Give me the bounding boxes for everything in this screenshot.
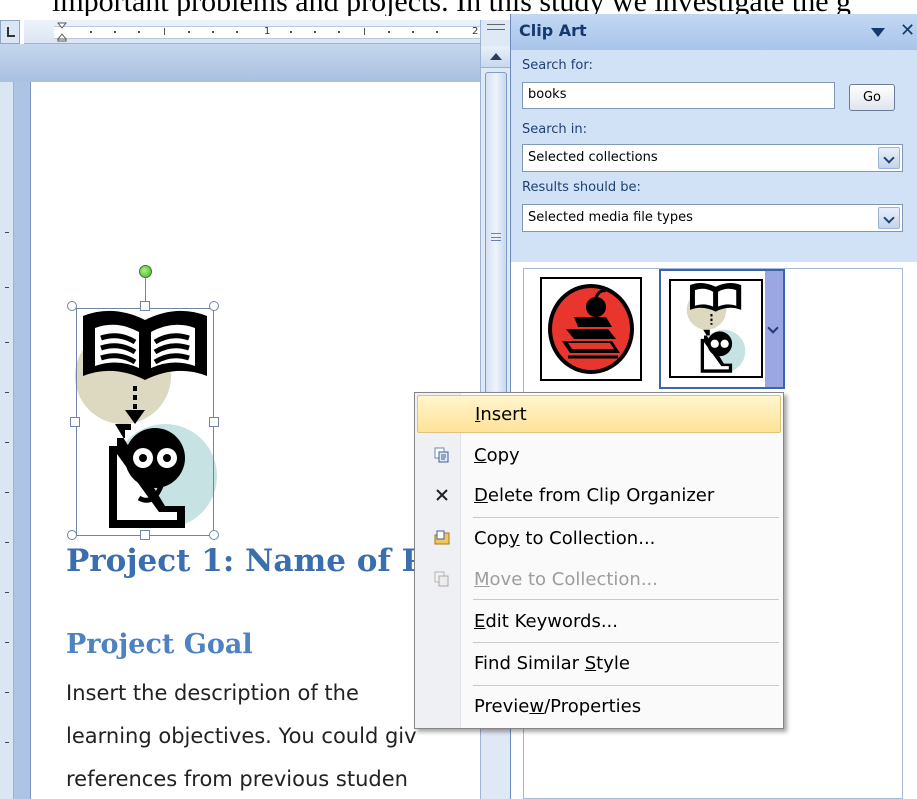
menu-item-insert[interactable]: Insert bbox=[417, 395, 781, 433]
pane-options-dropdown-icon[interactable] bbox=[871, 28, 885, 37]
ruler-tick bbox=[290, 31, 292, 33]
menu-item-label: Edit Keywords... bbox=[474, 611, 619, 632]
ruler-tick bbox=[364, 28, 365, 35]
context-menu: Insert Copy Delete from Clip Organizer C… bbox=[414, 392, 784, 729]
results-type-value: Selected media file types bbox=[528, 210, 693, 225]
vertical-ruler[interactable] bbox=[0, 82, 14, 799]
resize-handle-ne[interactable] bbox=[209, 301, 219, 311]
ruler-tick bbox=[388, 31, 390, 33]
ruler-tick bbox=[5, 492, 9, 493]
menu-item-preview-properties[interactable]: Preview/Properties bbox=[417, 688, 781, 726]
pane-title-bar: Clip Art ✕ bbox=[511, 14, 917, 50]
body-text-line: learning objectives. You could giv bbox=[66, 724, 417, 748]
clipart-thumb-frame bbox=[669, 279, 763, 378]
ruler-tick bbox=[314, 31, 316, 33]
ruler-tick bbox=[5, 742, 9, 743]
ruler-number: 2 bbox=[472, 26, 479, 37]
delete-x-icon bbox=[436, 489, 448, 501]
heading-project-goal: Project Goal bbox=[66, 629, 253, 660]
menu-item-copy-to-collection[interactable]: Copy to Collection... bbox=[417, 520, 781, 558]
menu-item-label: Copy to Collection... bbox=[474, 528, 656, 549]
scroll-thumb[interactable] bbox=[485, 72, 507, 404]
document-top-band bbox=[0, 44, 480, 82]
split-handle-icon[interactable] bbox=[487, 24, 505, 30]
search-in-label: Search in: bbox=[522, 122, 588, 137]
menu-separator bbox=[473, 642, 779, 643]
ruler-tick bbox=[412, 31, 414, 33]
menu-item-move-to-collection[interactable]: Move to Collection... bbox=[417, 561, 781, 599]
ruler-tick bbox=[5, 287, 9, 288]
search-input[interactable]: books bbox=[522, 82, 835, 109]
ruler-tick bbox=[5, 542, 9, 543]
menu-item-label: Find Similar Style bbox=[474, 653, 630, 674]
ruler-tick bbox=[5, 442, 9, 443]
chevron-down-icon[interactable] bbox=[878, 207, 900, 229]
menu-item-edit-keywords[interactable]: Edit Keywords... bbox=[417, 603, 781, 641]
search-for-label: Search for: bbox=[522, 58, 593, 73]
copy-to-collection-icon bbox=[434, 530, 450, 545]
ruler-tick bbox=[5, 692, 9, 693]
rotate-handle[interactable] bbox=[139, 265, 152, 278]
ruler-tick bbox=[338, 31, 340, 33]
pane-title: Clip Art bbox=[519, 21, 587, 40]
menu-separator bbox=[473, 517, 779, 518]
menu-item-label: Preview/Properties bbox=[474, 696, 642, 717]
menu-item-label: Copy bbox=[474, 445, 520, 466]
ruler-tick bbox=[5, 232, 9, 233]
menu-item-label: Delete from Clip Organizer bbox=[474, 485, 715, 506]
scroll-up-button[interactable] bbox=[481, 46, 511, 68]
menu-item-label: Move to Collection... bbox=[474, 569, 658, 590]
ruler-tick bbox=[138, 31, 140, 33]
ruler-tick bbox=[5, 592, 9, 593]
menu-item-copy[interactable]: Copy bbox=[417, 437, 781, 475]
selection-frame bbox=[76, 308, 214, 536]
body-text-line: Insert the description of the bbox=[66, 681, 359, 705]
search-in-value: Selected collections bbox=[528, 150, 658, 165]
ruler-tick bbox=[5, 642, 9, 643]
resize-handle-nw[interactable] bbox=[67, 301, 77, 311]
results-type-select[interactable]: Selected media file types bbox=[522, 204, 903, 232]
heading-project-title: Project 1: Name of P bbox=[66, 543, 425, 579]
resize-handle-e[interactable] bbox=[209, 417, 219, 427]
ruler-tick bbox=[212, 31, 214, 33]
ruler-number: 1 bbox=[264, 26, 271, 37]
clipart-result-book-figure-selected[interactable] bbox=[659, 269, 785, 389]
results-should-be-label: Results should be: bbox=[522, 180, 641, 195]
menu-item-label: Insert bbox=[475, 404, 527, 425]
ruler-tick bbox=[436, 31, 438, 33]
resize-handle-w[interactable] bbox=[70, 417, 80, 427]
pane-close-icon[interactable]: ✕ bbox=[900, 20, 915, 41]
menu-separator bbox=[473, 599, 779, 600]
indent-marker-icon[interactable] bbox=[57, 22, 67, 42]
ruler-tick bbox=[236, 31, 238, 33]
ruler-tab-selector[interactable] bbox=[0, 20, 20, 44]
red-books-icon bbox=[548, 284, 634, 374]
clipart-result-red-books[interactable] bbox=[540, 277, 642, 381]
body-text-line: references from previous studen bbox=[66, 767, 408, 791]
menu-item-delete-from-clip-organizer[interactable]: Delete from Clip Organizer bbox=[417, 477, 781, 515]
ruler-tick bbox=[188, 31, 190, 33]
search-in-select[interactable]: Selected collections bbox=[522, 144, 903, 172]
ruler-tick bbox=[5, 392, 9, 393]
go-button[interactable]: Go bbox=[849, 84, 895, 111]
copy-icon bbox=[434, 447, 449, 463]
menu-item-find-similar-style[interactable]: Find Similar Style bbox=[417, 645, 781, 683]
menu-separator bbox=[473, 685, 779, 686]
ruler-tick bbox=[5, 342, 9, 343]
resize-handle-se[interactable] bbox=[209, 530, 219, 540]
resize-handle-sw[interactable] bbox=[67, 530, 77, 540]
resize-handle-n[interactable] bbox=[140, 301, 150, 311]
resize-handle-s[interactable] bbox=[140, 530, 150, 540]
ruler-tick bbox=[164, 28, 165, 35]
chevron-down-icon[interactable] bbox=[878, 147, 900, 169]
ruler-tick bbox=[114, 31, 116, 33]
move-to-collection-icon bbox=[434, 571, 449, 587]
scroll-grip-icon bbox=[491, 233, 501, 241]
clipart-dropdown-button[interactable] bbox=[765, 271, 783, 387]
horizontal-ruler[interactable]: 1 2 bbox=[24, 20, 480, 44]
book-figure-icon bbox=[686, 283, 746, 373]
ruler-tick bbox=[90, 31, 92, 33]
